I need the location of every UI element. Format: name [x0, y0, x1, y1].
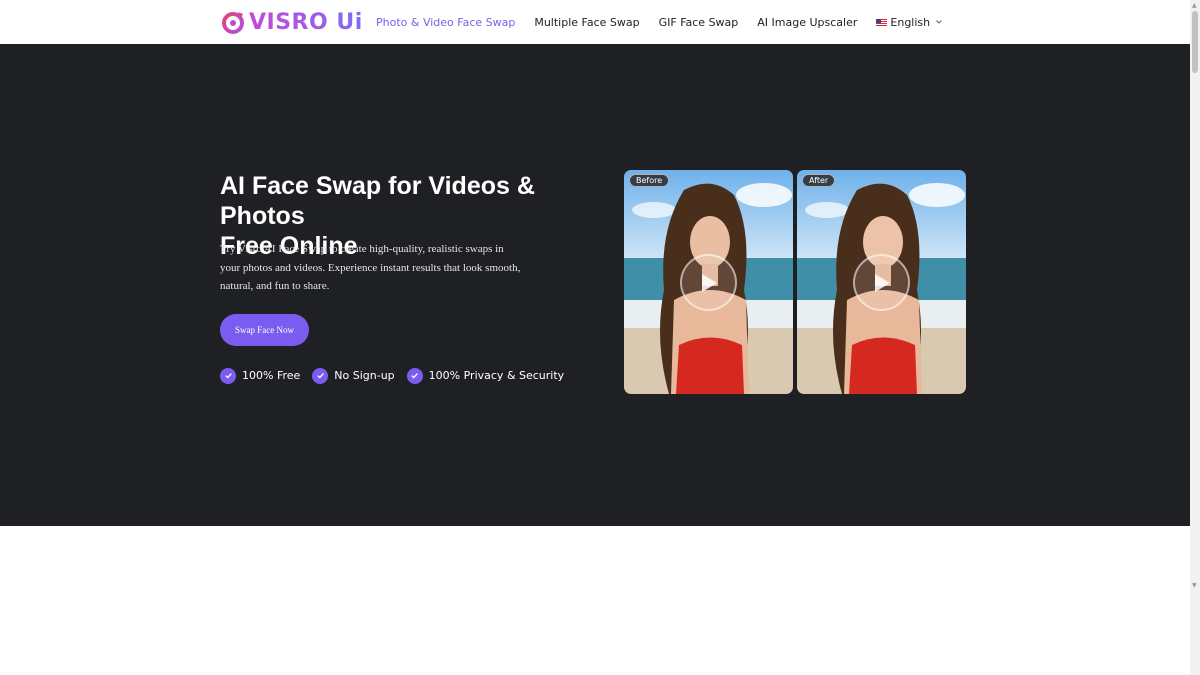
play-button[interactable] [680, 254, 737, 311]
scroll-down-arrow-icon[interactable]: ▼ [1192, 582, 1197, 589]
main-nav: Photo & Video Face Swap Multiple Face Sw… [376, 0, 943, 44]
play-icon [701, 273, 717, 292]
logo-text: VISRO Ui [249, 9, 363, 35]
feature-item: 100% Free [220, 367, 301, 384]
feature-label: No Sign-up [334, 369, 395, 382]
feature-item: No Sign-up [312, 367, 395, 384]
feature-label: 100% Privacy & Security [428, 369, 565, 382]
before-image: Before [624, 170, 793, 394]
after-badge: After [802, 174, 836, 187]
us-flag-icon [876, 18, 888, 26]
site-header: VISRO Ui Photo & Video Face Swap Multipl… [0, 0, 1190, 44]
after-image: After [797, 170, 966, 394]
chevron-down-icon [936, 20, 942, 24]
hero-description: Try Visro AI Face Swap to create high-qu… [220, 243, 521, 292]
page-scrollbar[interactable]: ▲ ▼ [1190, 0, 1200, 675]
check-icon [312, 367, 329, 384]
logo[interactable]: VISRO Ui [221, 9, 363, 35]
nav-ai-image-upscaler[interactable]: AI Image Upscaler [757, 16, 857, 29]
scrollbar-thumb[interactable] [1192, 11, 1198, 73]
nav-multiple-face-swap[interactable]: Multiple Face Swap [534, 16, 639, 29]
language-label: English [890, 15, 931, 29]
check-icon [406, 367, 423, 384]
play-button[interactable] [853, 254, 910, 311]
title-line-1: AI Face Swap for Videos & Photos [220, 172, 535, 230]
hero-section [0, 44, 1190, 526]
language-selector[interactable]: English [876, 16, 943, 29]
feature-label: 100% Free [242, 369, 301, 382]
check-icon [220, 367, 236, 384]
nav-gif-face-swap[interactable]: GIF Face Swap [659, 16, 739, 29]
logo-icon [222, 12, 244, 34]
scroll-up-arrow-icon[interactable]: ▲ [1192, 2, 1197, 9]
play-icon [874, 273, 890, 292]
feature-item: 100% Privacy & Security [406, 367, 565, 384]
feature-list: 100% Free No Sign-up 100% Privacy & Secu… [220, 366, 576, 385]
nav-photo-video-face-swap[interactable]: Photo & Video Face Swap [376, 16, 515, 29]
swap-face-now-button[interactable]: Swap Face Now [220, 314, 309, 346]
before-badge: Before [629, 174, 670, 187]
